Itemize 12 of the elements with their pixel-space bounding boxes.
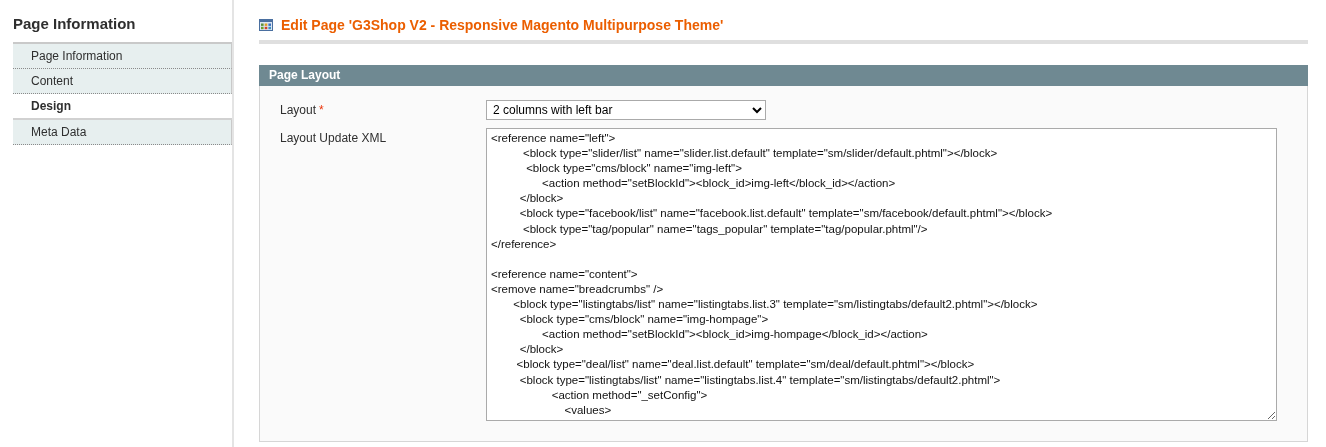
xml-textarea[interactable]: <reference name="left"> <block type="slider/list" name="slider.list.default" template="sm/slider/default.phtml"></block> <block type="cms/block" name="img-left"> <action method="setBlockId"><block_id>img-left</block_id></action> </block> <block type="facebook/list" name="facebook.list.default" template="sm/facebook/default.phtml"></block> <block type="tag/popular" name="tags_popular" template="tag/popular.phtml"/> </reference> <reference name="content"> <remove name="breadcrumbs" /> <block type="listingtabs/list" name="listingtabs.list.3" template="sm/listingtabs/default2.phtml"></block> <block type="cms/block" name="img-hompage"> <action method="setBlockId"><block_id>img-hompage</block_id></action> </block> <block type="deal/list" name="deal.list.default" template="sm/deal/default.phtml"></block> <block type="listingtabs/list" name="listingtabs.list.4" template="sm/listingtabs/default2.phtml"> <action method="_setConfig"> <values> (486, 128, 1277, 421)
field-label: Layout * (280, 102, 325, 119)
page-title: Edit Page 'G3Shop V2 - Responsive Magento Multipurpose Theme' (281, 16, 724, 34)
section-header: Page Layout (259, 65, 1308, 86)
sidebar-tab[interactable]: Meta Data (13, 120, 232, 145)
sidebar-tab[interactable]: Page Information (13, 44, 232, 69)
grid-icon (259, 19, 273, 31)
field-label: Layout Update XML (280, 130, 388, 147)
layout-select[interactable]: 2 columns with left bar (486, 100, 766, 120)
sidebar-tab[interactable]: Content (13, 69, 232, 94)
sidebar-title: Page Information (13, 14, 137, 34)
required-mark: * (319, 103, 324, 117)
